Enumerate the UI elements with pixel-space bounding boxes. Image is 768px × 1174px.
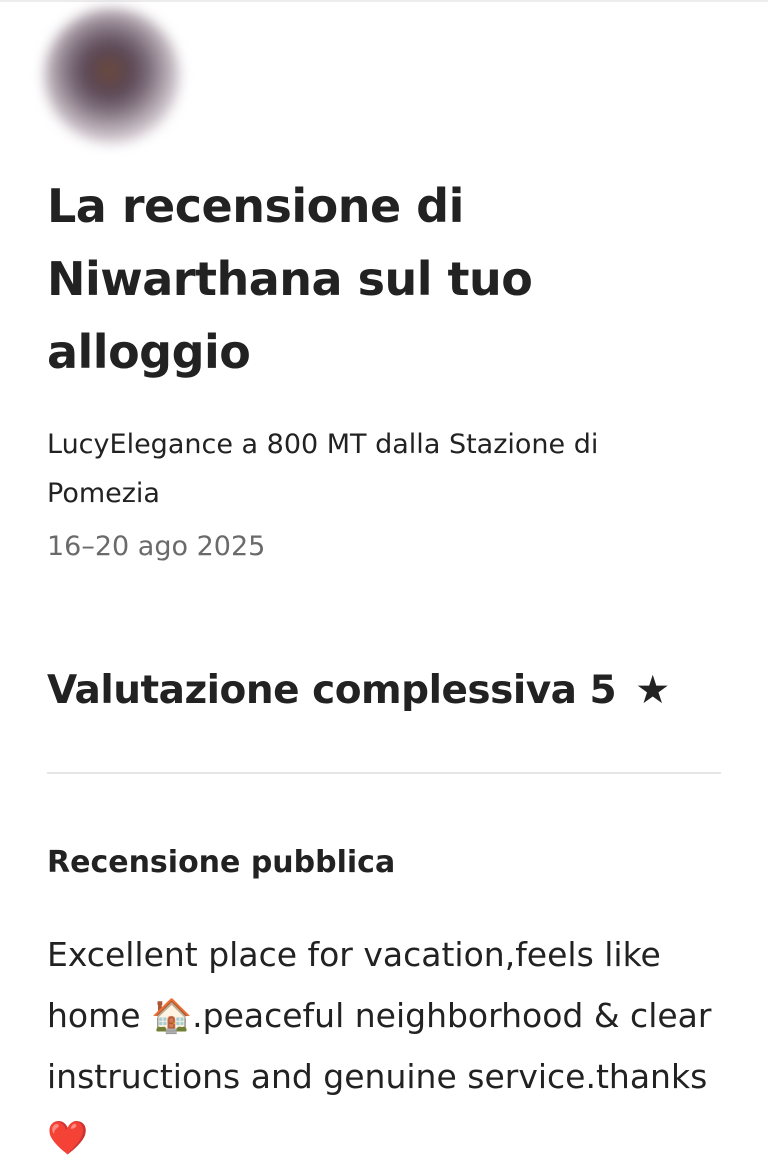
- stay-dates: 16–20 ago 2025: [47, 531, 266, 562]
- section-divider: [47, 772, 721, 774]
- overall-rating: Valutazione complessiva 5 ★: [47, 658, 747, 724]
- top-divider: [0, 0, 768, 2]
- overall-rating-label: Valutazione complessiva: [47, 668, 577, 713]
- listing-name: LucyElegance a 800 MT dalla Stazione di …: [47, 429, 599, 509]
- page-title: La recensione di Niwarthana sul tuo allo…: [47, 179, 533, 379]
- reviewer-avatar: [44, 8, 180, 144]
- public-review-text: Excellent place for vacation,feels like …: [47, 935, 712, 1157]
- overall-rating-value: 5: [589, 668, 617, 713]
- star-icon: ★: [635, 668, 670, 713]
- public-review-heading: Recensione pubblica: [47, 845, 396, 880]
